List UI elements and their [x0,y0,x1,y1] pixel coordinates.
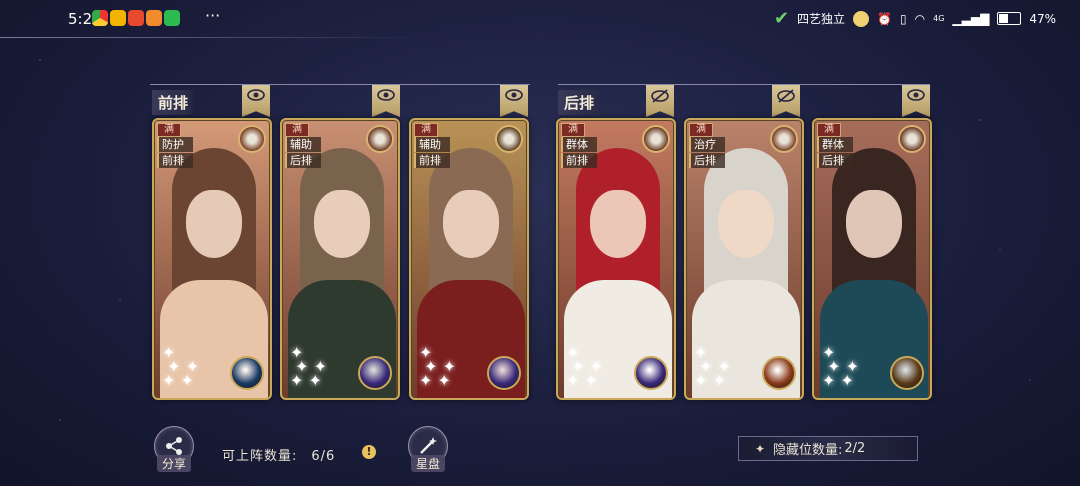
top-divider [0,37,420,38]
star-wand-icon [420,437,437,454]
status-right: ✔ 四艺独立 ⏰ ▯ ◠ 4G ▁▃▅▇ 47% [773,7,1056,29]
sparkle-icon: ✦ ✦ ✦ ✦ ✦ [566,343,603,390]
white-bird-icon [366,125,394,153]
battery-percent: 47% [1029,11,1056,26]
eye-icon [377,89,395,101]
gold-orb-icon[interactable] [762,356,796,390]
position-tag: 前排 [414,153,450,168]
back-row-label: 后排 [558,90,603,115]
position-tag: 后排 [817,153,853,168]
green-bird-icon [495,125,523,153]
wifi-icon: ◠ [914,11,926,26]
front-row-line [150,84,530,85]
alarm-icon: ⏰ [877,11,893,26]
app-icon [110,10,126,26]
role-tags: 防护 前排 [157,137,193,168]
character-card[interactable]: 满 群体 后排 ✦ ✦ ✦ ✦ ✦ [812,118,932,400]
purple-orb-icon[interactable] [358,356,392,390]
status-time: 5:2 [68,10,93,28]
eye-hidden-icon [777,89,795,103]
position-tag: 后排 [285,153,321,168]
role-tags: 群体 前排 [561,137,597,168]
position-tag: 后排 [689,153,725,168]
avatar-icon [853,10,870,27]
character-card[interactable]: 满 辅助 前排 ✦ ✦ ✦ ✦ ✦ [409,118,529,400]
max-level-mark: 满 [285,123,309,137]
front-row-label: 前排 [152,90,197,115]
green-dragon-icon [642,125,670,153]
max-level-mark: 满 [689,123,713,137]
eye-toggle-4[interactable] [646,85,674,117]
eye-toggle-5[interactable] [772,85,800,117]
role-tag: 治疗 [689,137,725,152]
eye-icon [247,89,265,101]
sparkle-icon: ✦ ✦ ✦ ✦ ✦ [822,343,859,390]
eye-hidden-icon [651,89,669,103]
blue-bird-icon [898,125,926,153]
mode-text: 四艺独立 [797,12,846,26]
eye-toggle-2[interactable] [372,85,400,117]
character-card[interactable]: 满 治疗 后排 ✦ ✦ ✦ ✦ ✦ [684,118,804,400]
eye-icon [505,89,523,101]
vibrate-icon: ▯ [900,11,907,26]
hidden-slot-count: ✦ 隐藏位数量: 2/2 [738,436,918,461]
role-tags: 群体 后排 [817,137,853,168]
purple-orb-icon[interactable] [487,356,521,390]
sparkle-icon: ✦ ✦ ✦ ✦ ✦ [290,343,327,390]
gold-ring-orb-icon[interactable] [890,356,924,390]
eye-toggle-6[interactable] [902,85,930,117]
max-level-mark: 满 [561,123,585,137]
eye-toggle-1[interactable] [242,85,270,117]
chrome-icon [92,10,108,26]
sparkle-icon: ✦ ✦ ✦ ✦ ✦ [419,343,456,390]
role-tags: 辅助 后排 [285,137,321,168]
star-chart-label: 星盘 [411,455,446,472]
notification-icons [92,10,180,26]
white-fox-icon [238,125,266,153]
role-tag: 群体 [817,137,853,152]
hidden-label: 隐藏位数量: [773,443,843,458]
wechat-icon [164,10,180,26]
network-label: 4G [933,14,945,23]
position-tag: 前排 [561,153,597,168]
max-level-mark: 满 [157,123,181,137]
share-icon [166,437,182,455]
status-bar: 5:2 ··· ✔ 四艺独立 ⏰ ▯ ◠ 4G ▁▃▅▇ 47% [0,0,1080,38]
max-level-mark: 满 [414,123,438,137]
deploy-count: 可上阵数量: 6/6 [222,445,335,464]
eye-toggle-3[interactable] [500,85,528,117]
battery-icon [997,12,1022,25]
role-tag: 辅助 [285,137,321,152]
white-tiger-icon [770,125,798,153]
blue-ring-orb-icon[interactable] [230,356,264,390]
sparkle-icon: ✦ ✦ ✦ ✦ ✦ [694,343,731,390]
max-level-mark: 满 [817,123,841,137]
character-card[interactable]: 满 防护 前排 ✦ ✦ ✦ ✦ ✦ [152,118,272,400]
character-card[interactable]: 满 辅助 后排 ✦ ✦ ✦ ✦ ✦ [280,118,400,400]
check-icon: ✔ [773,7,790,29]
position-tag: 前排 [157,153,193,168]
eye-icon [907,89,925,101]
role-tag: 防护 [157,137,193,152]
deploy-label: 可上阵数量: [222,449,298,464]
role-tag: 群体 [561,137,597,152]
back-row-line [558,84,930,85]
deploy-value: 6/6 [311,449,336,464]
weibo-icon [128,10,144,26]
role-tags: 治疗 后排 [689,137,725,168]
video-icon [146,10,162,26]
character-card[interactable]: 满 群体 前排 ✦ ✦ ✦ ✦ ✦ [556,118,676,400]
purple-orb-icon[interactable] [634,356,668,390]
role-tags: 辅助 前排 [414,137,450,168]
warning-icon[interactable]: ! [362,445,376,459]
more-notifications-icon: ··· [205,6,221,25]
role-tag: 辅助 [414,137,450,152]
sparkle-icon: ✦ ✦ ✦ ✦ ✦ [162,343,199,390]
signal-icon: ▁▃▅▇ [952,11,990,26]
share-label: 分享 [157,455,192,472]
hidden-value: 2/2 [844,441,866,456]
diamond-icon: ✦ [755,442,766,456]
